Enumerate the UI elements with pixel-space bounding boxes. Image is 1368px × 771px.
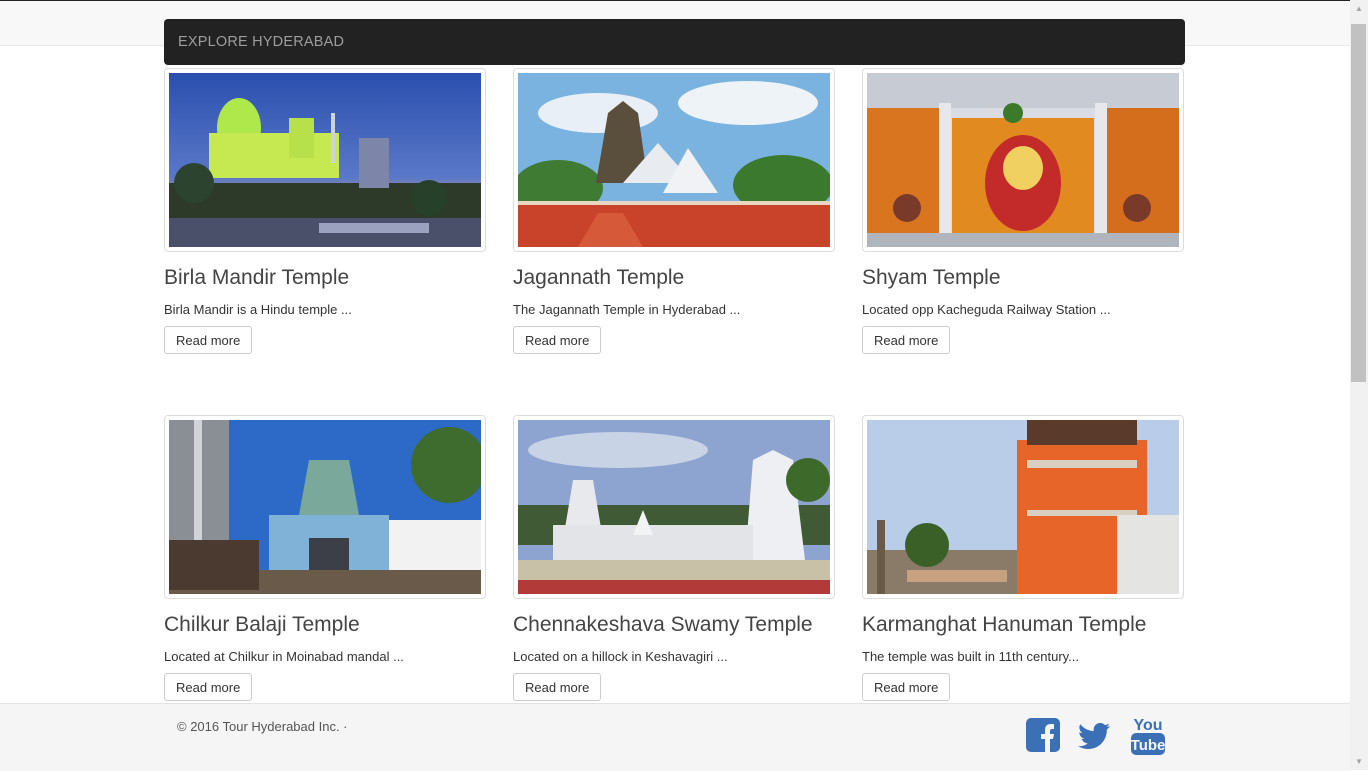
shyam-temple-image — [867, 73, 1179, 247]
card-title: Chennakeshava Swamy Temple — [513, 613, 813, 636]
read-more-button[interactable]: Read more — [862, 673, 951, 701]
card-description: Located at Chilkur in Moinabad mandal ..… — [164, 649, 404, 664]
youtube-tube-text: Tube — [1131, 737, 1166, 754]
read-more-button[interactable]: Read more — [164, 326, 253, 354]
card-description: Birla Mandir is a Hindu temple ... — [164, 302, 352, 317]
copyright-text: © 2016 Tour Hyderabad Inc. · — [177, 719, 348, 734]
card-description: Located on a hillock in Keshavagiri ... — [513, 649, 728, 664]
navbar: EXPLORE HYDERABAD — [164, 19, 1185, 65]
thumbnail — [513, 68, 835, 252]
thumbnail — [164, 68, 486, 252]
read-more-button[interactable]: Read more — [513, 326, 602, 354]
card-description: The Jagannath Temple in Hyderabad ... — [513, 302, 741, 317]
footer: © 2016 Tour Hyderabad Inc. · You Tube — [0, 703, 1350, 771]
read-more-button[interactable]: Read more — [164, 673, 253, 701]
thumbnail — [164, 415, 486, 599]
navbar-brand[interactable]: EXPLORE HYDERABAD — [178, 34, 344, 50]
card-title: Chilkur Balaji Temple — [164, 613, 360, 636]
card-title: Karmanghat Hanuman Temple — [862, 613, 1147, 636]
card-description: The temple was built in 11th century... — [862, 649, 1080, 664]
card-title: Jagannath Temple — [513, 266, 685, 289]
read-more-button[interactable]: Read more — [513, 673, 602, 701]
jagannath-image — [518, 73, 830, 247]
card-title: Birla Mandir Temple — [164, 266, 350, 289]
twitter-icon[interactable] — [1077, 716, 1111, 754]
thumbnail — [862, 68, 1184, 252]
scroll-thumb[interactable] — [1351, 24, 1366, 382]
karmanghat-hanuman-image — [867, 420, 1179, 594]
facebook-icon[interactable] — [1026, 716, 1060, 754]
scroll-up-arrow-icon[interactable]: ▲ — [1350, 0, 1368, 17]
thumbnail — [513, 415, 835, 599]
thumbnail — [862, 415, 1184, 599]
chilkur-balaji-image — [169, 420, 481, 594]
youtube-you-text: You — [1133, 717, 1162, 734]
read-more-button[interactable]: Read more — [862, 326, 951, 354]
birla-mandir-image — [169, 73, 481, 247]
card-description: Located opp Kacheguda Railway Station ..… — [862, 302, 1111, 317]
chennakeshava-image — [518, 420, 830, 594]
youtube-icon[interactable]: You Tube — [1130, 714, 1166, 756]
card-title: Shyam Temple — [862, 266, 1001, 289]
vertical-scrollbar[interactable]: ▲ ▼ — [1350, 0, 1368, 770]
scroll-down-arrow-icon[interactable]: ▼ — [1350, 753, 1368, 770]
